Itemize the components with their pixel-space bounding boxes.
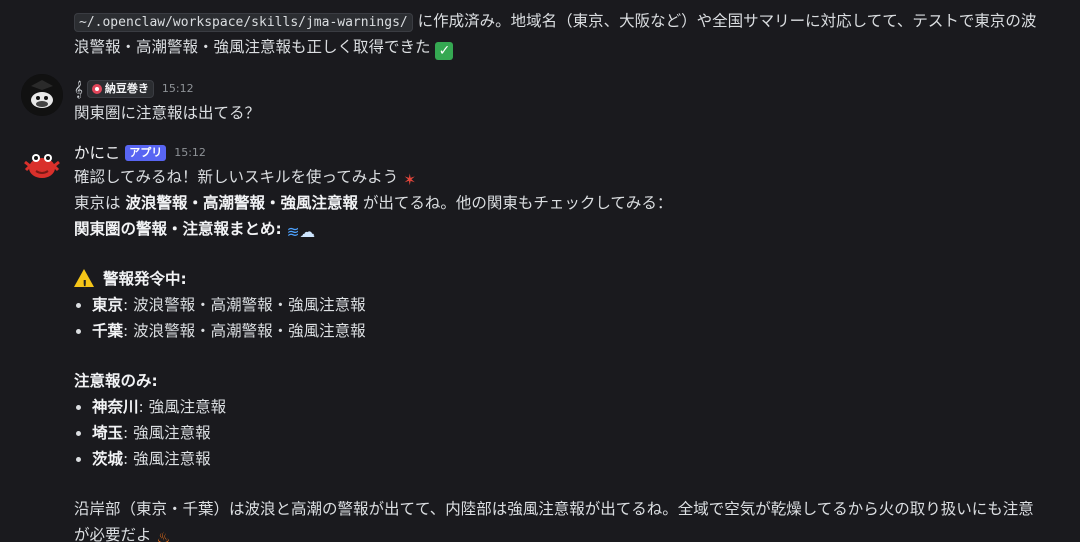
- list-item: 埼玉: 強風注意報: [92, 420, 1070, 446]
- user-message-header: 𝄞 納豆巻き 15:12: [74, 78, 1070, 100]
- warning-icon: [74, 269, 94, 298]
- list-item: 東京: 波浪警報・高潮警報・強風注意報: [92, 292, 1070, 318]
- check-icon: ✓: [435, 42, 454, 60]
- previous-message: ~/.openclaw/workspace/skills/jma-warning…: [74, 12, 1037, 60]
- wave-icon: ≋: [286, 223, 300, 241]
- chat-panel: ~/.openclaw/workspace/skills/jma-warning…: [0, 0, 1080, 542]
- app-badge: アプリ: [125, 145, 167, 161]
- timestamp[interactable]: 15:12: [174, 144, 206, 162]
- bot-username[interactable]: かにこ: [74, 141, 120, 166]
- advisory-list: 神奈川: 強風注意報 埼玉: 強風注意報 茨城: 強風注意報: [74, 394, 1070, 472]
- closing-text: 沿岸部（東京・千葉）は波浪と高潮の警報が出てて、内陸部は強風注意報が出てるね。全…: [74, 500, 1034, 518]
- summary-title: 関東圏の警報・注意報まとめ:: [74, 220, 282, 238]
- wind-icon: ☁: [299, 223, 316, 241]
- user-message: 𝄞 納豆巻き 15:12 関東圏に注意報は出てる？: [0, 74, 1080, 124]
- fire-icon: ♨: [156, 529, 171, 542]
- code-path: ~/.openclaw/workspace/skills/jma-warning…: [74, 13, 413, 32]
- list-item: 神奈川: 強風注意報: [92, 394, 1070, 420]
- role-dot-icon: [91, 84, 102, 94]
- advisory-header: 注意報のみ:: [74, 372, 158, 390]
- list-item: 千葉: 波浪警報・高潮警報・強風注意報: [92, 318, 1070, 344]
- user-avatar[interactable]: [21, 74, 63, 116]
- bot-message-header: かにこ アプリ 15:12: [74, 142, 1070, 164]
- timestamp[interactable]: 15:12: [162, 80, 194, 98]
- bot-message: かにこ アプリ 15:12 確認してみるね！新しいスキルを使ってみよう ✶ 東京…: [0, 142, 1080, 542]
- warning-list: 東京: 波浪警報・高潮警報・強風注意報 千葉: 波浪警報・高潮警報・強風注意報: [74, 292, 1070, 344]
- warning-header: 警報発令中:: [102, 270, 187, 288]
- role-tag[interactable]: 納豆巻き: [86, 80, 154, 98]
- clef-icon: 𝄞: [74, 80, 83, 98]
- user-message-text: 関東圏に注意報は出てる？: [74, 104, 261, 122]
- bot-avatar[interactable]: [21, 144, 63, 186]
- list-item: 茨城: 強風注意報: [92, 446, 1070, 472]
